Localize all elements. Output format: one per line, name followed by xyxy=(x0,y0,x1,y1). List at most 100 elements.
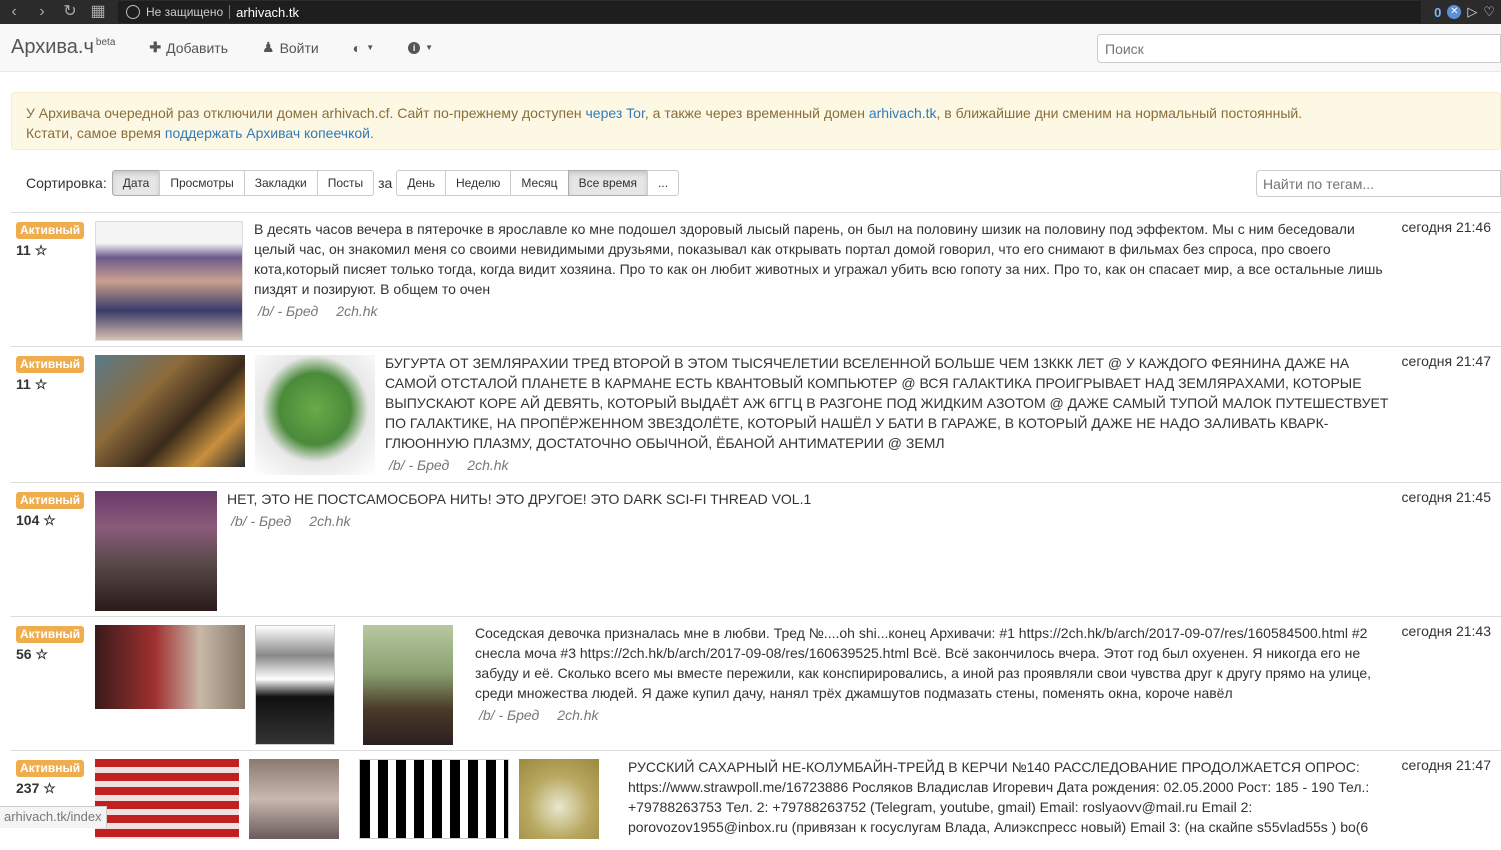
status-badge: Активный xyxy=(16,222,84,239)
host-link[interactable]: 2ch.hk xyxy=(467,457,508,473)
browser-toolbar: ‹ › ↻ ▦ Не защищено arhivach.tk 0 ✕ ▷ ♡ xyxy=(0,0,1501,24)
notice-text: У Архивача очередной раз отключили домен… xyxy=(26,105,586,121)
board-link[interactable]: /b/ - Бред xyxy=(231,513,291,529)
sort-bar: Сортировка: Дата Просмотры Закладки Пост… xyxy=(0,170,1501,196)
chevron-down-icon: ▼ xyxy=(366,43,374,52)
host-link[interactable]: 2ch.hk xyxy=(309,513,350,529)
thread-rating[interactable]: 104 ☆ xyxy=(16,512,86,529)
board-link[interactable]: /b/ - Бред xyxy=(258,303,318,319)
thread-row[interactable]: Активный 11 ☆ В десять часов вечера в пя… xyxy=(11,212,1501,346)
period-all-button[interactable]: Все время xyxy=(568,170,648,196)
notice-text: , в ближайшие дни сменим на нормальный п… xyxy=(937,105,1303,121)
period-week-button[interactable]: Неделю xyxy=(445,170,511,196)
plus-icon: ✚ xyxy=(149,39,161,56)
address-bar[interactable]: Не защищено arhivach.tk xyxy=(118,1,1421,23)
thread-text[interactable]: В десять часов вечера в пятерочке в ярос… xyxy=(254,219,1389,299)
reload-icon[interactable]: ↻ xyxy=(56,0,84,24)
add-label: Добавить xyxy=(166,40,228,56)
notice-line-1: У Архивача очередной раз отключили домен… xyxy=(26,103,1486,123)
thread-row[interactable]: Активный 11 ☆ БУГУРТА ОТ ЗЕМЛЯРАХИИ ТРЕД… xyxy=(11,346,1501,482)
status-badge: Активный xyxy=(16,492,84,509)
sort-bookmarks-button[interactable]: Закладки xyxy=(244,170,318,196)
thread-time: сегодня 21:47 xyxy=(1402,757,1491,773)
thread-rating[interactable]: 11 ☆ xyxy=(16,376,86,393)
tag-search-input[interactable] xyxy=(1256,170,1501,197)
site-navbar: Архива.чbeta ✚Добавить ♟Войти ◐▼ i▼ xyxy=(0,24,1501,72)
thread-text[interactable]: БУГУРТА ОТ ЗЕМЛЯРАХИИ ТРЕД ВТОРОЙ В ЭТОМ… xyxy=(385,353,1389,453)
thread-thumbnail[interactable] xyxy=(249,759,339,839)
thread-text[interactable]: НЕТ, ЭТО НЕ ПОСТСАМОСБОРА НИТЬ! ЭТО ДРУГ… xyxy=(227,489,1389,509)
thread-thumbnail[interactable] xyxy=(255,355,375,475)
sort-posts-button[interactable]: Посты xyxy=(317,170,374,196)
board-link[interactable]: /b/ - Бред xyxy=(389,457,449,473)
sort-date-button[interactable]: Дата xyxy=(112,170,161,196)
period-group: День Неделю Месяц Все время ... xyxy=(396,170,679,196)
theme-dropdown[interactable]: ◐▼ xyxy=(353,40,374,56)
user-icon: ♟ xyxy=(262,39,275,56)
brand-beta: beta xyxy=(96,37,115,48)
board-link[interactable]: /b/ - Бред xyxy=(479,707,539,723)
thread-thumbnail[interactable] xyxy=(95,625,245,709)
back-icon[interactable]: ‹ xyxy=(0,0,28,24)
thread-thumbnail[interactable] xyxy=(95,491,217,611)
thread-thumbnail[interactable] xyxy=(255,625,335,745)
thread-rating[interactable]: 11 ☆ xyxy=(16,242,86,259)
host-link[interactable]: 2ch.hk xyxy=(557,707,598,723)
login-button[interactable]: ♟ Войти xyxy=(262,39,319,56)
thread-row[interactable]: Активный 104 ☆ НЕТ, ЭТО НЕ ПОСТСАМОСБОРА… xyxy=(11,482,1501,616)
search-input[interactable] xyxy=(1097,34,1501,63)
thread-thumbnail[interactable] xyxy=(519,759,599,839)
brand-text[interactable]: Архива.ч xyxy=(11,36,94,58)
sort-by-group: Дата Просмотры Закладки Посты xyxy=(112,170,374,196)
thread-time: сегодня 21:45 xyxy=(1402,489,1491,505)
host-link[interactable]: 2ch.hk xyxy=(336,303,377,319)
forward-icon[interactable]: › xyxy=(28,0,56,24)
chevron-down-icon: ▼ xyxy=(425,43,433,52)
insecure-label: Не защищено xyxy=(146,5,230,19)
notice-text: Кстати, самое время xyxy=(26,125,165,141)
contrast-icon: ◐ xyxy=(353,40,361,56)
notice-text: , а также через временный домен xyxy=(645,105,869,121)
status-badge: Активный xyxy=(16,626,84,643)
tabs-grid-icon[interactable]: ▦ xyxy=(84,0,112,24)
globe-icon xyxy=(126,5,140,19)
info-icon: i xyxy=(408,42,420,54)
status-badge: Активный xyxy=(16,356,84,373)
info-dropdown[interactable]: i▼ xyxy=(408,42,433,54)
thread-time: сегодня 21:46 xyxy=(1402,219,1491,235)
notice-text: . xyxy=(370,125,374,141)
blocked-count: 0 xyxy=(1434,5,1441,20)
status-badge: Активный xyxy=(16,760,84,777)
site-logo[interactable]: Архива.чbeta xyxy=(11,36,115,59)
thread-thumbnail[interactable] xyxy=(95,759,239,839)
notice-alert: У Архивача очередной раз отключили домен… xyxy=(11,92,1501,150)
thread-thumbnail[interactable] xyxy=(359,759,509,839)
sort-views-button[interactable]: Просмотры xyxy=(159,170,244,196)
sort-label: Сортировка: xyxy=(26,175,107,191)
thread-thumbnail[interactable] xyxy=(363,625,453,745)
thread-text[interactable]: РУССКИЙ САХАРНЫЙ НЕ-КОЛУМБАЙН-ТРЕЙД В КЕ… xyxy=(628,757,1389,837)
thread-rating[interactable]: 56 ☆ xyxy=(16,646,86,663)
login-label: Войти xyxy=(280,40,319,56)
thread-time: сегодня 21:43 xyxy=(1402,623,1491,639)
thread-text[interactable]: Соседская девочка призналась мне в любви… xyxy=(475,623,1389,703)
donate-link[interactable]: поддержать Архивач копеечкой xyxy=(165,125,370,141)
tor-link[interactable]: через Tor xyxy=(586,105,645,121)
period-label: за xyxy=(378,175,392,191)
period-day-button[interactable]: День xyxy=(396,170,446,196)
thread-thumbnail[interactable] xyxy=(95,355,245,467)
period-more-button[interactable]: ... xyxy=(647,170,679,196)
thread-time: сегодня 21:47 xyxy=(1402,353,1491,369)
send-icon[interactable]: ▷ xyxy=(1467,4,1477,20)
period-month-button[interactable]: Месяц xyxy=(510,170,568,196)
thread-row[interactable]: Активный 237 ☆ РУССКИЙ САХАРНЫЙ НЕ-КОЛУМ… xyxy=(11,750,1501,850)
status-bar-url: arhivach.tk/index xyxy=(0,806,107,828)
heart-icon[interactable]: ♡ xyxy=(1483,4,1495,20)
thread-thumbnail[interactable] xyxy=(95,221,243,341)
add-button[interactable]: ✚ Добавить xyxy=(149,39,228,56)
domain-link[interactable]: arhivach.tk xyxy=(869,105,937,121)
thread-rating[interactable]: 237 ☆ xyxy=(16,780,86,797)
adblock-icon[interactable]: ✕ xyxy=(1447,5,1461,19)
thread-row[interactable]: Активный 56 ☆ Соседская девочка признала… xyxy=(11,616,1501,750)
url-text[interactable]: arhivach.tk xyxy=(236,5,299,20)
